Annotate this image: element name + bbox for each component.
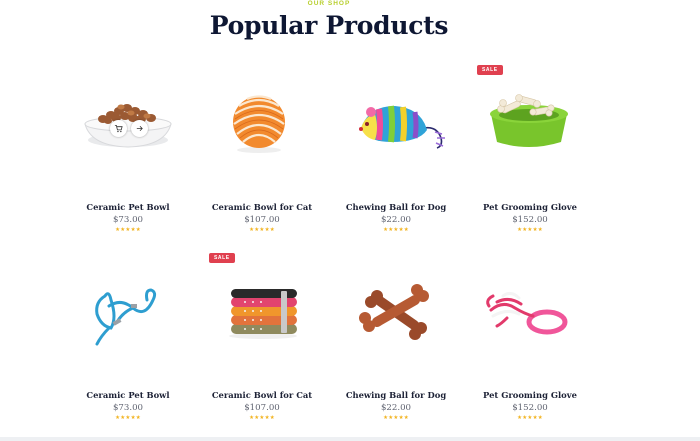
- product-card[interactable]: Ceramic Bowl for Cat $107.00 ★★★★★: [195, 68, 329, 238]
- arrow-right-icon: [136, 125, 143, 132]
- add-to-cart-button[interactable]: [110, 120, 127, 137]
- product-price: $107.00: [244, 215, 280, 225]
- rating-stars: ★★★★★: [383, 227, 409, 233]
- rating-stars: ★★★★★: [249, 227, 275, 233]
- view-product-button[interactable]: [131, 120, 148, 137]
- rating-stars: ★★★★★: [115, 227, 141, 233]
- product-card[interactable]: SALE Ceramic Bowl for Cat $107.00 ★★★★★: [195, 253, 329, 426]
- section-divider: [0, 437, 700, 441]
- sale-badge: SALE: [477, 65, 503, 75]
- product-card[interactable]: Chewing Ball for Dog $22.00 ★★★★★: [329, 68, 463, 238]
- product-price: $73.00: [112, 215, 144, 225]
- product-card[interactable]: Pet Grooming Glove $152.00 ★★★★★: [463, 256, 597, 426]
- product-image-rope-ring-toy[interactable]: [463, 256, 597, 356]
- product-name[interactable]: Pet Grooming Glove: [463, 390, 597, 400]
- product-name[interactable]: Ceramic Pet Bowl: [61, 390, 195, 400]
- section-eyebrow: OUR SHOP: [307, 0, 351, 7]
- product-image-stacked-collars[interactable]: [195, 256, 329, 356]
- rating-stars: ★★★★★: [115, 415, 141, 421]
- rating-stars: ★★★★★: [383, 415, 409, 421]
- cart-icon: [114, 124, 123, 133]
- product-price: $107.00: [244, 403, 280, 413]
- product-price: $22.00: [380, 215, 412, 225]
- product-image-toy-mouse[interactable]: [329, 68, 463, 168]
- product-price: $22.00: [380, 403, 412, 413]
- rating-stars: ★★★★★: [249, 415, 275, 421]
- product-image-chew-bones[interactable]: [329, 256, 463, 356]
- product-card[interactable]: Ceramic Pet Bowl $73.00 ★★★★★: [61, 68, 195, 238]
- product-image-rope-ball[interactable]: [195, 68, 329, 168]
- rating-stars: ★★★★★: [517, 415, 543, 421]
- section-title: Popular Products: [209, 11, 449, 40]
- product-name[interactable]: Ceramic Bowl for Cat: [195, 390, 329, 400]
- sale-badge: SALE: [209, 253, 235, 263]
- product-image-leash[interactable]: [61, 256, 195, 356]
- product-image-green-bowl-with-bones[interactable]: [463, 68, 597, 168]
- product-name[interactable]: Ceramic Bowl for Cat: [195, 202, 329, 212]
- rating-stars: ★★★★★: [517, 227, 543, 233]
- product-name[interactable]: Chewing Ball for Dog: [329, 390, 463, 400]
- product-image-bowl-with-kibble[interactable]: [61, 68, 195, 168]
- product-card[interactable]: Ceramic Pet Bowl $73.00 ★★★★★: [61, 256, 195, 426]
- product-name[interactable]: Chewing Ball for Dog: [329, 202, 463, 212]
- product-card[interactable]: SALE Pet Grooming Glove $152.00 ★★★★★: [463, 65, 597, 238]
- product-name[interactable]: Ceramic Pet Bowl: [61, 202, 195, 212]
- product-price: $73.00: [112, 403, 144, 413]
- product-card[interactable]: Chewing Ball for Dog $22.00 ★★★★★: [329, 256, 463, 426]
- product-name[interactable]: Pet Grooming Glove: [463, 202, 597, 212]
- product-price: $152.00: [512, 215, 548, 225]
- product-price: $152.00: [512, 403, 548, 413]
